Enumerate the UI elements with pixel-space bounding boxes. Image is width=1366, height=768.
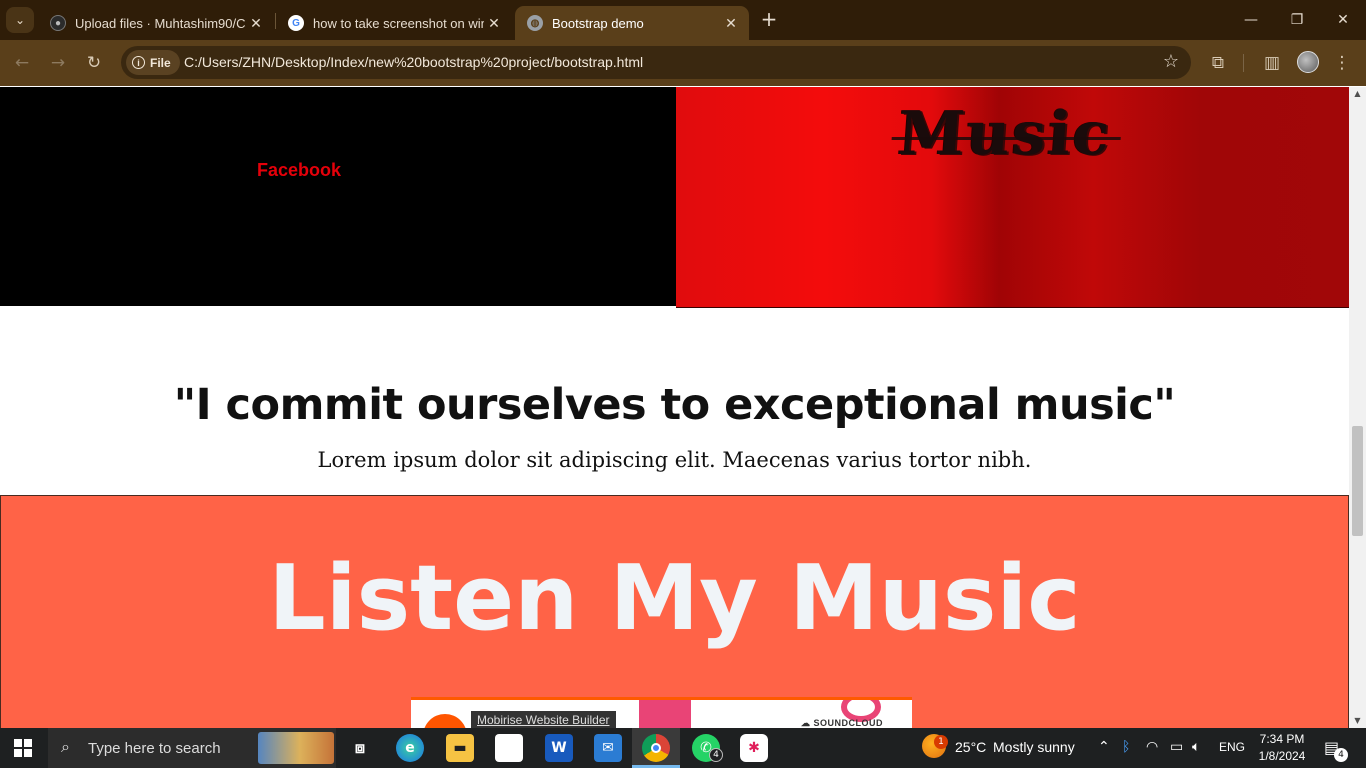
weather-badge: 1 — [934, 735, 948, 749]
tab-title: how to take screenshot on wind — [313, 15, 484, 31]
windows-start-icon[interactable] — [14, 739, 32, 757]
github-icon: ● — [50, 15, 66, 31]
chevron-down-icon: ⌄ — [14, 13, 26, 27]
music-logo-streak — [891, 137, 1121, 140]
tab-google-search[interactable]: G how to take screenshot on wind ✕ — [276, 6, 512, 40]
tab-strip: ⌄ ● Upload files · Muhtashim90/Css ✕ G h… — [0, 0, 1366, 40]
search-highlight-image — [258, 732, 334, 764]
chrome-icon[interactable] — [642, 734, 670, 762]
back-icon[interactable]: ← — [10, 51, 34, 75]
clock-date: 1/8/2024 — [1258, 749, 1306, 763]
scroll-up-icon[interactable]: ▲ — [1349, 87, 1366, 101]
scroll-down-icon[interactable]: ▼ — [1349, 714, 1366, 728]
soundcloud-player[interactable]: Mobirise Website Builder ☁ SOUNDCLOUD — [411, 697, 912, 728]
address-bar[interactable]: i File C:/Users/ZHN/Desktop/Index/new%20… — [121, 46, 1191, 79]
slack-icon[interactable]: ✱ — [740, 734, 768, 762]
site-info-label: File — [150, 55, 171, 70]
site-info-chip[interactable]: i File — [126, 50, 180, 75]
extensions-icon[interactable]: ⧉ — [1206, 51, 1230, 75]
music-logo: Music — [891, 99, 1121, 169]
language-indicator[interactable]: ENG — [1219, 740, 1245, 754]
bluetooth-icon[interactable]: ᛒ — [1122, 739, 1130, 755]
quote-subtext: Lorem ipsum dolor sit adipiscing elit. M… — [317, 448, 1032, 472]
close-tab-icon[interactable]: ✕ — [721, 15, 741, 32]
listen-section: Listen My Music Mobirise Website Builder… — [0, 495, 1349, 728]
volume-icon[interactable]: 🔈︎ — [1192, 739, 1200, 755]
info-icon: i — [132, 56, 145, 69]
search-icon: ⌕ — [61, 737, 70, 756]
google-icon: G — [288, 15, 304, 31]
chrome-center — [651, 743, 661, 753]
minimize-icon[interactable]: — — [1228, 0, 1274, 40]
search-placeholder: Type here to search — [88, 740, 221, 757]
wifi-icon[interactable]: ◠ — [1146, 739, 1158, 755]
url-text[interactable]: C:/Users/ZHN/Desktop/Index/new%20bootstr… — [184, 54, 643, 70]
menu-kebab-icon[interactable]: ⋮ — [1330, 51, 1354, 75]
facebook-panel: Facebook — [0, 87, 676, 306]
side-panel-icon[interactable]: ▥ — [1260, 51, 1284, 75]
tab-title: Upload files · Muhtashim90/Css — [75, 15, 246, 31]
music-banner: Music — [676, 87, 1349, 308]
browser-toolbar: ← → ↻ i File C:/Users/ZHN/Desktop/Index/… — [0, 40, 1366, 86]
page-viewport: Facebook Music "I commit ourselves to ex… — [0, 87, 1349, 728]
toolbar-divider — [1243, 54, 1244, 72]
play-icon[interactable] — [423, 714, 467, 728]
windows-taskbar: ⌕ Type here to search ⧈ e ▬ W ✉ ✆ 4 ✱ 1 … — [0, 728, 1366, 768]
tab-title: Bootstrap demo — [552, 15, 644, 31]
battery-icon[interactable]: ▭ — [1170, 739, 1183, 755]
word-icon[interactable]: W — [545, 734, 573, 762]
facebook-link[interactable]: Facebook — [257, 160, 341, 181]
soundcloud-user-link[interactable]: Mobirise Website Builder — [471, 711, 616, 728]
soundcloud-logo[interactable]: ☁ SOUNDCLOUD — [801, 718, 883, 728]
quote-heading: "I commit ourselves to exceptional music… — [173, 380, 1176, 430]
tab-upload-files[interactable]: ● Upload files · Muhtashim90/Css ✕ — [38, 6, 274, 40]
new-tab-button[interactable]: + — [758, 8, 780, 32]
close-window-icon[interactable]: ✕ — [1320, 0, 1366, 40]
scroll-thumb[interactable] — [1352, 426, 1363, 536]
page-scrollbar[interactable]: ▲ ▼ — [1349, 87, 1366, 728]
task-view-icon[interactable]: ⧈ — [346, 734, 374, 762]
mail-icon[interactable]: ✉ — [594, 734, 622, 762]
notification-badge: 4 — [1334, 748, 1348, 762]
reload-icon[interactable]: ↻ — [82, 51, 106, 75]
clock-time: 7:34 PM — [1259, 732, 1305, 746]
tab-search-button[interactable]: ⌄ — [6, 7, 34, 33]
close-tab-icon[interactable]: ✕ — [246, 15, 266, 32]
microsoft-store-icon[interactable] — [495, 734, 523, 762]
close-tab-icon[interactable]: ✕ — [484, 15, 504, 32]
tab-bootstrap-demo[interactable]: ◍ Bootstrap demo ✕ — [515, 6, 749, 40]
clock[interactable]: 7:34 PM 1/8/2024 — [1254, 731, 1310, 765]
chevron-up-icon[interactable]: ⌃ — [1098, 739, 1110, 755]
listen-title: Listen My Music — [268, 546, 1081, 651]
edge-icon[interactable]: e — [396, 734, 424, 762]
taskbar-search[interactable]: ⌕ Type here to search — [48, 728, 336, 768]
weather-text[interactable]: Mostly sunny — [993, 739, 1075, 755]
bookmark-star-icon[interactable]: ☆ — [1163, 51, 1179, 72]
track-artwork — [639, 700, 691, 728]
music-logo-text: Music — [895, 99, 1114, 169]
soundcloud-logo-text: SOUNDCLOUD — [813, 718, 884, 728]
profile-avatar[interactable] — [1297, 51, 1319, 73]
globe-icon: ◍ — [527, 15, 543, 31]
file-explorer-icon[interactable]: ▬ — [446, 734, 474, 762]
restore-icon[interactable]: ❐ — [1274, 0, 1320, 40]
weather-temp[interactable]: 25°C — [955, 739, 986, 755]
whatsapp-badge: 4 — [709, 748, 723, 762]
forward-icon[interactable]: → — [46, 51, 70, 75]
